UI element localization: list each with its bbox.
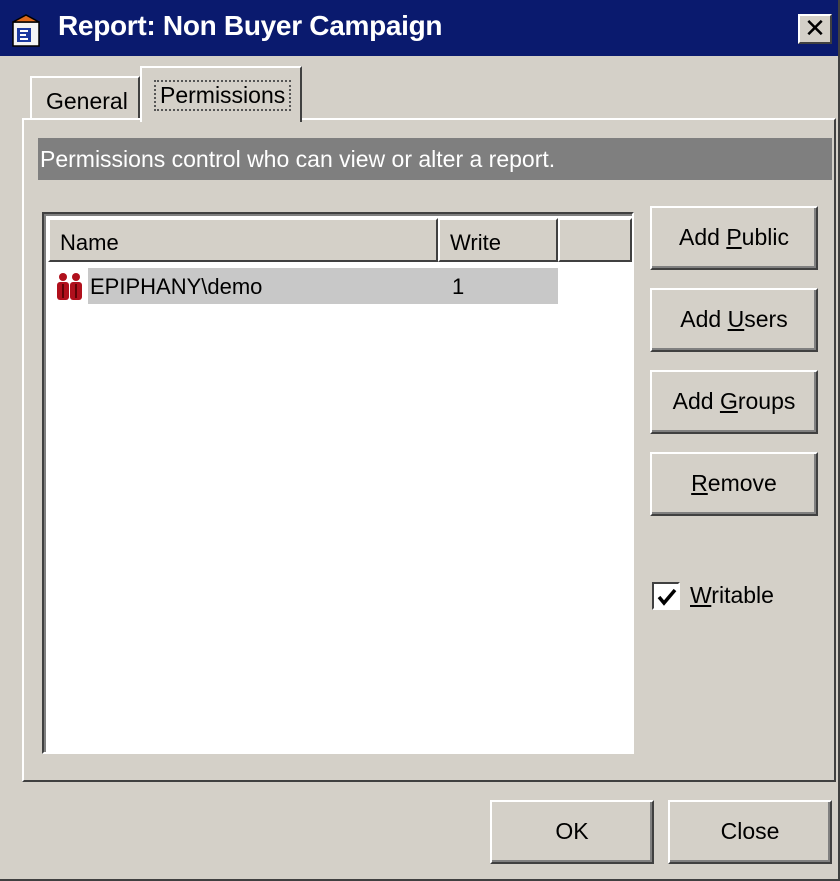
tab-general-label: General	[46, 88, 128, 114]
add-users-label-pre: Add	[680, 306, 728, 332]
tab-permissions[interactable]: Permissions	[140, 66, 302, 122]
report-document-icon	[10, 14, 44, 48]
report-dialog: Report: Non Buyer Campaign ✕ General Per…	[0, 0, 840, 881]
remove-label-post: emove	[707, 470, 777, 496]
list-item-write: 1	[438, 268, 558, 304]
column-header-name-label: Name	[60, 230, 119, 255]
add-public-label-post: ublic	[741, 224, 789, 250]
close-window-button[interactable]: ✕	[798, 14, 832, 44]
writable-accelerator: W	[690, 582, 712, 608]
add-groups-accelerator: G	[719, 388, 738, 414]
writable-label[interactable]: Writable	[690, 582, 774, 609]
column-header-write-label: Write	[450, 230, 501, 255]
remove-accelerator: R	[691, 470, 708, 496]
permissions-list[interactable]: Name Write EPIPHANY\demo 1	[42, 212, 634, 754]
add-users-label-post: sers	[744, 306, 788, 332]
window-title: Report: Non Buyer Campaign	[58, 10, 443, 41]
column-header-name[interactable]: Name	[48, 218, 438, 262]
add-public-accelerator: P	[726, 224, 742, 250]
column-header-write[interactable]: Write	[438, 218, 558, 262]
ok-button[interactable]: OK	[490, 800, 654, 864]
add-public-button[interactable]: Add Public	[650, 206, 818, 270]
remove-button[interactable]: Remove	[650, 452, 818, 516]
add-groups-label-pre: Add	[672, 388, 720, 414]
close-icon: ✕	[804, 13, 826, 43]
tab-permissions-label: Permissions	[153, 80, 292, 111]
title-bar[interactable]: Report: Non Buyer Campaign ✕	[0, 0, 838, 56]
column-header-blank[interactable]	[558, 218, 632, 262]
add-users-accelerator: U	[727, 306, 745, 332]
add-users-button[interactable]: Add Users	[650, 288, 818, 352]
add-groups-button[interactable]: Add Groups	[650, 370, 818, 434]
list-item-name: EPIPHANY\demo	[88, 268, 442, 304]
writable-label-post: ritable	[711, 582, 774, 608]
add-public-label-pre: Add	[679, 224, 727, 250]
close-button[interactable]: Close	[668, 800, 832, 864]
checkmark-icon	[657, 588, 677, 606]
tab-general[interactable]: General	[30, 76, 140, 118]
add-groups-label-post: roups	[737, 388, 796, 414]
user-group-icon	[54, 272, 86, 302]
writable-checkbox[interactable]	[652, 582, 680, 610]
permissions-info-banner: Permissions control who can view or alte…	[38, 138, 832, 180]
list-item[interactable]: EPIPHANY\demo 1	[48, 266, 558, 306]
